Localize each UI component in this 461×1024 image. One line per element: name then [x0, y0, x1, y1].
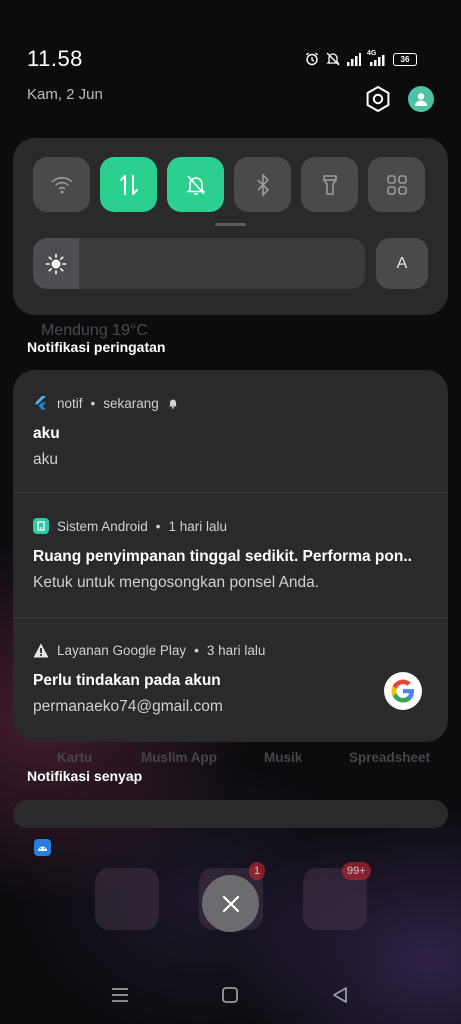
background-label: Musik [264, 750, 303, 765]
notification-body: permanaeko74@gmail.com [33, 698, 223, 715]
clear-notifications-button[interactable] [202, 875, 259, 932]
weather-background-text: Mendung 19°C [41, 322, 148, 339]
flashlight-icon [322, 174, 337, 195]
clock: 11.58 [27, 46, 83, 71]
grid-icon [386, 174, 407, 195]
alert-notifications-card: notif • sekarang aku aku Sistem Android … [13, 370, 448, 742]
brightness-fill [33, 238, 79, 289]
settings-icon[interactable] [364, 85, 392, 113]
wifi-tile[interactable] [33, 157, 90, 212]
status-icons: 4G 36 [305, 50, 435, 68]
notification-body: aku [33, 451, 58, 468]
background-label: Kartu [57, 750, 93, 765]
home-button[interactable] [215, 982, 245, 1008]
alarm-icon [306, 52, 318, 66]
notification-header: notif • sekarang [33, 395, 179, 411]
recent-apps-button[interactable] [105, 982, 135, 1008]
separator: • [155, 518, 161, 534]
android-app-icon [34, 839, 51, 856]
folder-badge: 99+ [342, 862, 371, 880]
alert-section-title: Notifikasi peringatan [27, 339, 166, 355]
battery-icon: 36 [393, 52, 417, 66]
sun-icon [45, 253, 67, 274]
notification-title: Ruang penyimpanan tinggal sedikit. Perfo… [33, 548, 412, 565]
panel-drag-handle[interactable] [215, 223, 246, 226]
notification-time: 1 hari lalu [168, 518, 228, 534]
notification-header: Sistem Android • 1 hari lalu [33, 518, 227, 534]
data-arrows-icon [119, 174, 138, 195]
folder-badge: 1 [249, 862, 266, 880]
notification-time: 3 hari lalu [206, 642, 266, 658]
wifi-icon [50, 176, 73, 193]
bluetooth-icon [256, 172, 269, 197]
silent-section-title: Notifikasi senyap [27, 768, 143, 784]
silent-tile[interactable] [167, 157, 224, 212]
warning-icon [33, 642, 49, 658]
flashlight-tile[interactable] [301, 157, 358, 212]
notification-sistem-android[interactable]: Sistem Android • 1 hari lalu Ruang penyi… [13, 493, 448, 617]
4g-signal-icon: 4G [367, 50, 387, 66]
android-system-icon [33, 518, 49, 534]
background-label: Muslim App [141, 750, 217, 765]
home-icon [222, 987, 238, 1003]
background-label: Spreadsheet [349, 750, 431, 765]
bluetooth-tile[interactable] [234, 157, 291, 212]
menu-icon [112, 988, 128, 1002]
avatar-icon[interactable] [408, 86, 434, 112]
mobile-data-tile[interactable] [100, 157, 157, 212]
close-icon [222, 895, 239, 912]
app-name: notif [57, 395, 83, 411]
bell-icon [168, 399, 177, 409]
more-tiles-button[interactable] [368, 157, 425, 212]
notification-title: Perlu tindakan pada akun [33, 672, 221, 689]
app-name: Sistem Android [57, 518, 148, 534]
auto-brightness-button[interactable]: A [376, 238, 428, 289]
mute-icon [326, 52, 340, 66]
notification-google-play[interactable]: Layanan Google Play • 3 hari lalu Perlu … [13, 618, 448, 742]
date: Kam, 2 Jun [27, 86, 103, 103]
bell-off-icon [186, 174, 205, 195]
battery-level: 36 [400, 54, 410, 64]
silent-notifications-card[interactable] [13, 800, 448, 828]
google-logo-icon [384, 672, 422, 710]
separator: • [194, 642, 199, 658]
separator: • [90, 395, 96, 411]
app-name: Layanan Google Play [57, 642, 187, 658]
notification-header: Layanan Google Play • 3 hari lalu [33, 642, 265, 658]
notification-notif[interactable]: notif • sekarang aku aku [13, 370, 448, 492]
notification-time: sekarang [103, 395, 159, 411]
notification-body: Ketuk untuk mengosongkan ponsel Anda. [33, 574, 320, 591]
app-folder [95, 868, 159, 930]
signal-icon [347, 52, 361, 66]
brightness-slider[interactable] [33, 238, 365, 289]
back-icon [333, 987, 347, 1003]
flutter-icon [33, 395, 49, 411]
back-button[interactable] [325, 982, 355, 1008]
notification-title: aku [33, 425, 60, 442]
